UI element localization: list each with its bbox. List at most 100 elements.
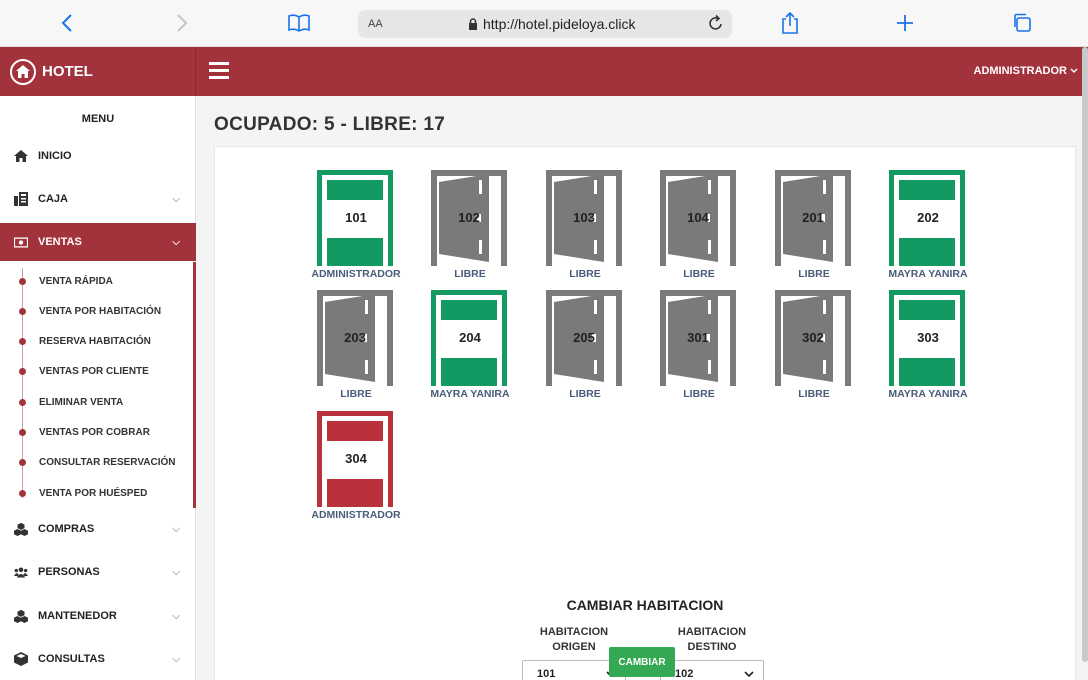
chevron-down-icon: ⌵	[172, 653, 180, 665]
sidebar-item-compras[interactable]: COMPRAS ⌵	[0, 514, 196, 544]
chevron-down-icon: ⌵	[172, 236, 180, 248]
change-room-button[interactable]: CAMBIAR	[609, 647, 675, 677]
sidebar-item-consultas[interactable]: CONSULTAS ⌵	[0, 644, 196, 674]
room-number: 102	[458, 210, 480, 225]
reload-icon[interactable]	[708, 14, 724, 35]
room-304[interactable]: 304 ADMINISTRADOR	[301, 411, 411, 527]
menu-title: MENU	[81, 113, 115, 125]
submenu-ventas-por-cliente[interactable]: VENTAS POR CLIENTE	[0, 360, 193, 382]
home-icon	[10, 58, 36, 85]
address-bar[interactable]: AA http://hotel.pideloya.click	[358, 10, 732, 38]
origin-room-value: 101	[537, 668, 556, 680]
room-number: 101	[345, 210, 367, 225]
sidebar-item-label: VENTAS	[38, 236, 82, 248]
room-203[interactable]: 203 LIBRE	[301, 290, 411, 406]
sidebar-item-label: MANTENEDOR	[38, 610, 117, 622]
room-status-caption: MAYRA YANIRA	[888, 388, 968, 400]
url-text: http://hotel.pideloya.click	[483, 16, 636, 32]
submenu-eliminar-venta[interactable]: ELIMINAR VENTA	[0, 391, 193, 413]
sidebar-item-label: CONSULTAS	[38, 653, 105, 665]
room-status-caption: LIBRE	[798, 388, 830, 400]
cubes-icon	[14, 609, 28, 623]
destination-room-select[interactable]: 102	[660, 660, 764, 680]
room-303[interactable]: 303 MAYRA YANIRA	[873, 290, 983, 406]
lock-icon	[469, 18, 477, 30]
submenu-ventas-por-cobrar[interactable]: VENTAS POR COBRAR	[0, 421, 193, 443]
room-number: 303	[917, 330, 939, 345]
sidebar-item-inicio[interactable]: INICIO	[0, 141, 196, 171]
user-menu[interactable]: ADMINISTRADOR	[974, 65, 1079, 77]
room-status-caption: MAYRA YANIRA	[430, 388, 510, 400]
room-number: 302	[802, 330, 824, 345]
forward-icon[interactable]	[167, 8, 197, 38]
brand-name: HOTEL	[42, 63, 93, 80]
room-number: 103	[573, 210, 595, 225]
room-number: 201	[802, 210, 824, 225]
cash-register-icon	[14, 192, 28, 206]
back-icon[interactable]	[52, 8, 82, 38]
page-scrollbar[interactable]	[1082, 47, 1088, 662]
room-number: 304	[345, 451, 367, 466]
room-number: 203	[344, 330, 366, 345]
room-number: 204	[459, 330, 481, 345]
submenu-venta-por-huesped[interactable]: VENTA POR HUÉSPED	[0, 482, 193, 504]
users-icon	[14, 565, 28, 579]
money-icon	[14, 235, 28, 249]
app-header: HOTEL ADMINISTRADOR	[0, 47, 1088, 96]
tabs-icon[interactable]	[1007, 8, 1037, 38]
submenu-reserva-habitacion[interactable]: RESERVA HABITACIÓN	[0, 330, 193, 352]
room-204[interactable]: 204 MAYRA YANIRA	[415, 290, 525, 406]
room-status-caption: ADMINISTRADOR	[311, 509, 401, 521]
page-title: OCUPADO: 5 - LIBRE: 17	[214, 114, 446, 135]
sidebar-item-personas[interactable]: PERSONAS ⌵	[0, 557, 196, 587]
room-101[interactable]: 101 ADMINISTRADOR	[301, 170, 411, 286]
room-202[interactable]: 202 MAYRA YANIRA	[873, 170, 983, 286]
sidebar-item-label: COMPRAS	[38, 523, 95, 535]
room-301[interactable]: 301 LIBRE	[644, 290, 754, 406]
chevron-down-icon: ⌵	[172, 193, 180, 205]
room-status-caption: LIBRE	[798, 268, 830, 280]
sidebar: MENU INICIO CAJA ⌵ VENTAS ⌵ VENTA RÁPIDA…	[0, 96, 196, 680]
share-icon[interactable]	[775, 8, 805, 38]
room-number: 205	[573, 330, 595, 345]
bookmarks-icon[interactable]	[284, 8, 314, 38]
submenu-venta-por-habitacion[interactable]: VENTA POR HABITACIÓN	[0, 300, 193, 322]
home-icon	[14, 149, 28, 163]
room-status-caption: LIBRE	[340, 388, 372, 400]
room-status-caption: LIBRE	[683, 268, 715, 280]
room-number: 202	[917, 210, 939, 225]
room-103[interactable]: 103 LIBRE	[530, 170, 640, 286]
room-302[interactable]: 302 LIBRE	[759, 290, 869, 406]
submenu-consultar-reservacion[interactable]: CONSULTAR RESERVACIÓN	[0, 451, 193, 473]
room-status-caption: LIBRE	[683, 388, 715, 400]
change-room-title: CAMBIAR HABITACION	[566, 597, 724, 613]
sidebar-item-mantenedor[interactable]: MANTENEDOR ⌵	[0, 601, 196, 631]
reader-button[interactable]: AA	[368, 18, 383, 30]
sidebar-item-label: INICIO	[38, 150, 72, 162]
main-content: OCUPADO: 5 - LIBRE: 17 CAMBIAR HABITACIO…	[197, 96, 1082, 680]
menu-toggle-icon[interactable]	[209, 62, 229, 80]
chevron-down-icon: ⌵	[172, 566, 180, 578]
cube-icon	[14, 652, 28, 666]
room-number: 301	[687, 330, 709, 345]
new-tab-icon[interactable]	[890, 8, 920, 38]
chevron-down-icon: ⌵	[172, 610, 180, 622]
room-number: 104	[687, 210, 709, 225]
sidebar-item-caja[interactable]: CAJA ⌵	[0, 184, 196, 214]
room-status-caption: MAYRA YANIRA	[888, 268, 968, 280]
room-102[interactable]: 102 LIBRE	[415, 170, 525, 286]
sidebar-item-label: CAJA	[38, 193, 68, 205]
ventas-submenu: VENTA RÁPIDA VENTA POR HABITACIÓN RESERV…	[0, 262, 196, 508]
submenu-venta-rapida[interactable]: VENTA RÁPIDA	[0, 270, 193, 292]
sidebar-item-ventas[interactable]: VENTAS ⌵	[0, 223, 196, 261]
chevron-down-icon	[744, 671, 754, 678]
room-status-caption: ADMINISTRADOR	[311, 268, 401, 280]
chevron-down-icon: ⌵	[172, 523, 180, 535]
browser-toolbar: AA http://hotel.pideloya.click	[0, 0, 1088, 47]
room-status-caption: LIBRE	[454, 268, 486, 280]
brand-logo[interactable]: HOTEL	[0, 47, 196, 96]
chevron-down-icon	[1070, 68, 1078, 73]
room-205[interactable]: 205 LIBRE	[530, 290, 640, 406]
room-201[interactable]: 201 LIBRE	[759, 170, 869, 286]
room-104[interactable]: 104 LIBRE	[644, 170, 754, 286]
